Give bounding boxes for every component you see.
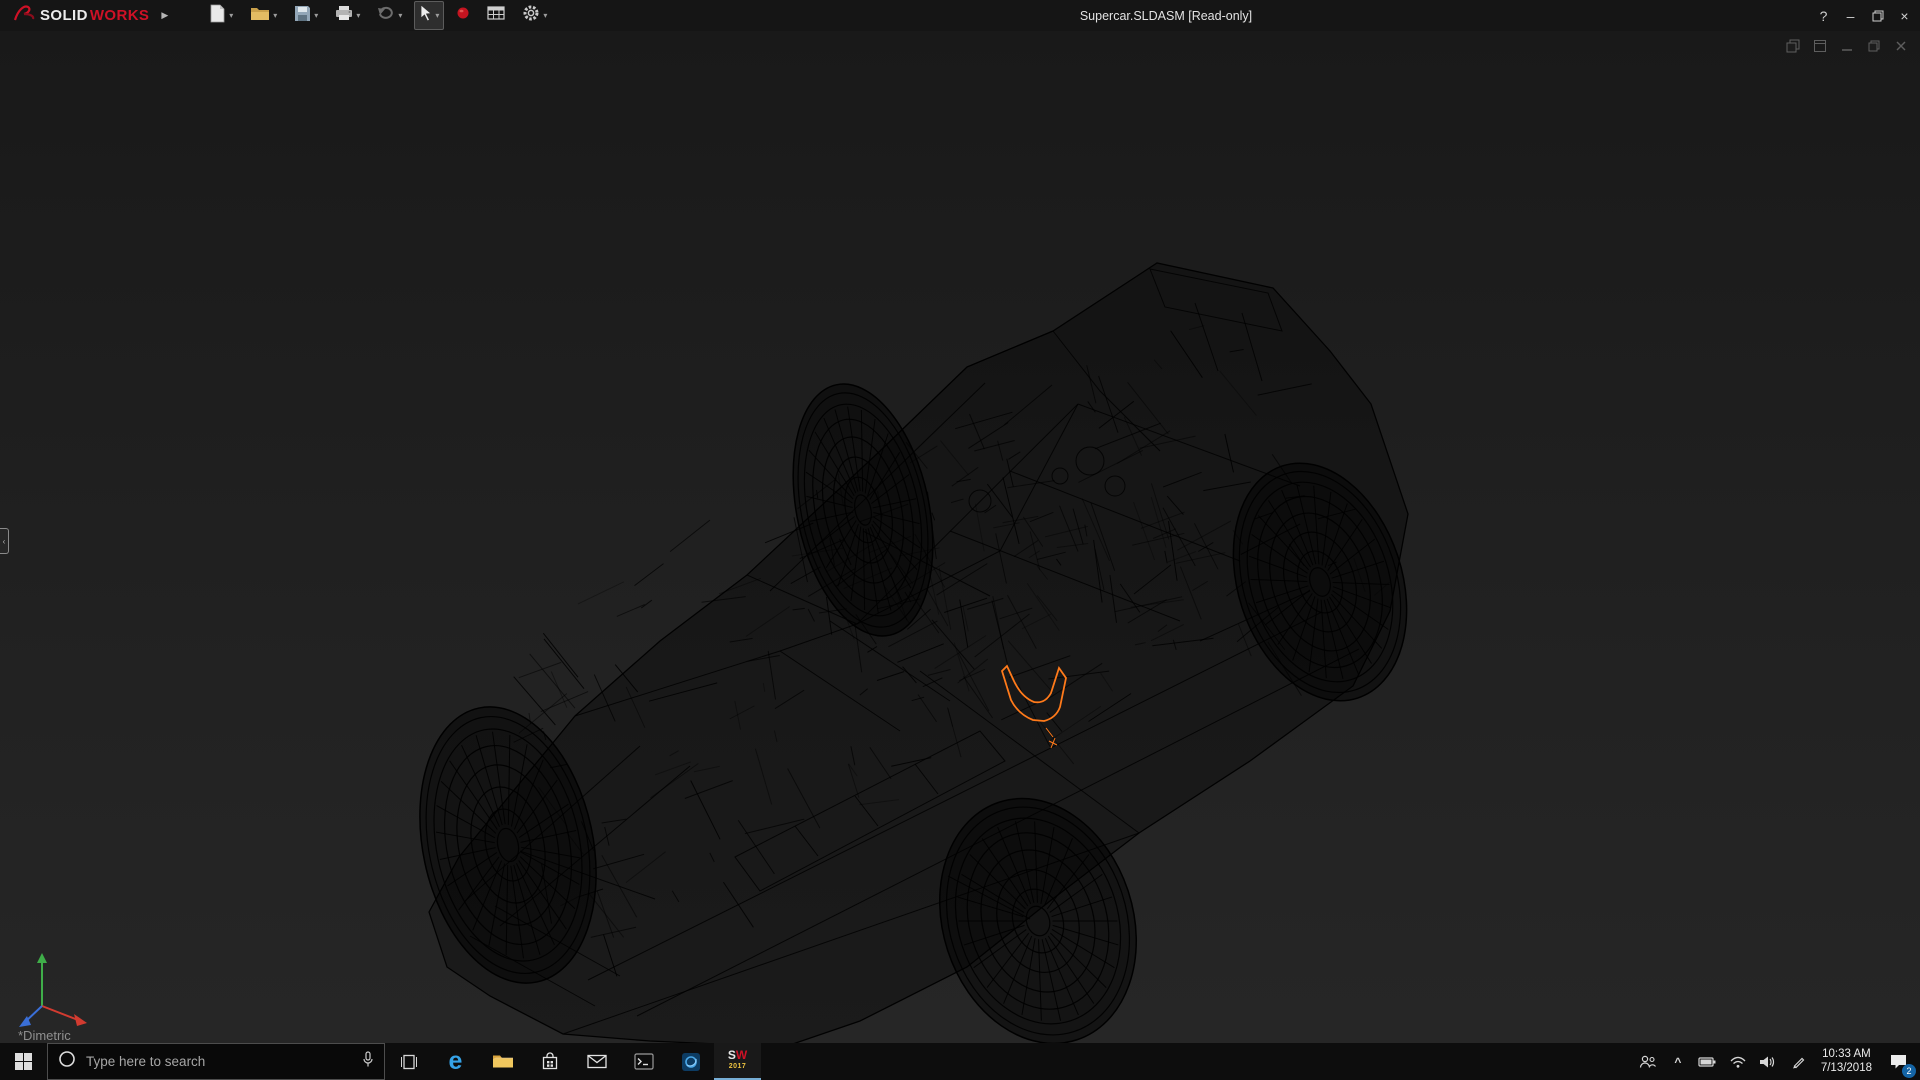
clock-date: 7/13/2018 — [1820, 1061, 1872, 1074]
edge-icon: e — [448, 1047, 463, 1075]
split-pane-icon — [1813, 39, 1826, 52]
minimize-button[interactable]: – — [1837, 0, 1864, 31]
save-button[interactable]: ▾ — [289, 2, 323, 30]
document-window-controls — [1785, 38, 1908, 53]
chevron-down-icon[interactable]: ▾ — [356, 11, 360, 20]
logo-text-solid: SOLID — [40, 7, 88, 24]
close-button[interactable]: × — [1891, 0, 1918, 31]
wireframe-model[interactable] — [0, 31, 1920, 1043]
graphics-area[interactable]: ‹ *Dimetric — [0, 31, 1920, 1043]
gear-icon — [522, 4, 540, 27]
window-controls: ? – × — [1810, 0, 1918, 31]
file-explorer-button[interactable] — [479, 1043, 526, 1080]
window-title: Supercar.SLDASM [Read-only] — [1079, 8, 1253, 23]
blue-app-icon — [681, 1052, 700, 1071]
task-view-icon — [400, 1054, 417, 1069]
microphone-icon[interactable] — [362, 1050, 374, 1073]
volume-button[interactable] — [1753, 1043, 1783, 1080]
save-floppy-icon — [294, 5, 311, 27]
restore-button[interactable] — [1864, 0, 1891, 31]
taskbar-search[interactable] — [47, 1043, 385, 1080]
help-button[interactable]: ? — [1810, 0, 1837, 31]
file-explorer-icon — [492, 1055, 513, 1068]
close-document-button[interactable] — [1893, 38, 1908, 53]
properties-table-button[interactable] — [482, 3, 510, 28]
mail-envelope-icon — [586, 1054, 607, 1069]
options-button[interactable]: ▾ — [517, 1, 552, 30]
chevron-down-icon[interactable]: ▾ — [273, 11, 277, 20]
chevron-down-icon[interactable]: ▾ — [229, 11, 233, 20]
restore-icon — [1872, 10, 1883, 21]
mail-button[interactable] — [573, 1043, 620, 1080]
action-center-button[interactable]: 2 — [1880, 1043, 1916, 1080]
restore-document-icon — [1868, 40, 1879, 51]
chevron-down-icon[interactable]: ▾ — [543, 11, 547, 20]
ds-logo-icon — [12, 3, 38, 28]
clock-time: 10:33 AM — [1822, 1048, 1871, 1060]
battery-icon — [1698, 1056, 1716, 1067]
network-button[interactable] — [1723, 1043, 1753, 1080]
wifi-icon — [1730, 1056, 1746, 1068]
panel-collapse-tab[interactable]: ‹ — [0, 528, 9, 554]
open-document-button[interactable]: ▾ — [245, 3, 282, 29]
new-document-button[interactable]: ▾ — [204, 1, 238, 31]
record-dot-icon — [456, 6, 470, 25]
printer-icon — [335, 5, 353, 26]
store-bag-icon — [542, 1052, 557, 1070]
search-input[interactable] — [86, 1054, 352, 1069]
solidworks-logo: SOLID WORKS — [0, 3, 155, 28]
taskbar: e SW 2017 ^ 10:33 AM 7/13/2018 2 — [0, 1043, 1920, 1080]
macro-record-button[interactable] — [451, 3, 475, 28]
battery-button[interactable] — [1693, 1043, 1723, 1080]
new-document-icon — [209, 4, 226, 28]
edrawings-button[interactable] — [667, 1043, 714, 1080]
restore-document-button[interactable] — [1866, 38, 1881, 53]
cortana-circle-icon — [58, 1050, 76, 1073]
pen-icon — [1792, 1057, 1805, 1068]
solidworks-app-button[interactable]: SW 2017 — [714, 1043, 761, 1080]
close-document-icon — [1896, 41, 1905, 50]
command-prompt-icon — [633, 1053, 654, 1070]
start-button[interactable] — [0, 1043, 47, 1080]
task-view-button[interactable] — [385, 1043, 432, 1080]
view-orientation-label: *Dimetric — [18, 1028, 71, 1043]
people-button[interactable] — [1633, 1043, 1663, 1080]
print-button[interactable]: ▾ — [330, 2, 365, 29]
edge-browser-button[interactable]: e — [432, 1043, 479, 1080]
people-icon — [1639, 1055, 1656, 1068]
command-prompt-button[interactable] — [620, 1043, 667, 1080]
chevron-up-icon: ^ — [1674, 1054, 1682, 1069]
speaker-icon — [1759, 1056, 1774, 1067]
windows-ink-button[interactable] — [1783, 1043, 1813, 1080]
table-icon — [487, 6, 505, 25]
split-pane-button[interactable] — [1812, 38, 1827, 53]
undo-arrow-icon — [377, 6, 395, 25]
undo-button[interactable]: ▾ — [372, 3, 407, 28]
select-cursor-icon — [419, 4, 433, 27]
cascade-pane-button[interactable] — [1785, 38, 1800, 53]
toolbar-flyout-arrow[interactable]: ▶ — [161, 10, 168, 21]
hidden-icons-button[interactable]: ^ — [1663, 1043, 1693, 1080]
titlebar: SOLID WORKS ▶ ▾ ▾ ▾ ▾ ▾ ▾ ▾ Supercar.SLD… — [0, 0, 1920, 31]
cascade-pane-icon — [1786, 39, 1799, 52]
logo-text-works: WORKS — [89, 7, 150, 24]
quick-access-toolbar: ▾ ▾ ▾ ▾ ▾ ▾ ▾ — [204, 1, 552, 31]
minimize-document-button[interactable] — [1839, 38, 1854, 53]
taskbar-clock[interactable]: 10:33 AM 7/13/2018 — [1813, 1043, 1880, 1080]
chevron-down-icon[interactable]: ▾ — [435, 11, 439, 20]
store-button[interactable] — [526, 1043, 573, 1080]
orientation-triad — [19, 953, 87, 1027]
select-tool-button[interactable]: ▾ — [414, 1, 445, 30]
open-folder-icon — [250, 6, 270, 26]
notification-badge: 2 — [1902, 1064, 1916, 1078]
solidworks-2017-icon: SW 2017 — [727, 1047, 748, 1070]
minimize-document-icon — [1841, 48, 1852, 51]
system-tray: ^ 10:33 AM 7/13/2018 2 — [1633, 1043, 1920, 1080]
chevron-down-icon[interactable]: ▾ — [314, 11, 318, 20]
chevron-down-icon[interactable]: ▾ — [398, 11, 402, 20]
windows-logo-icon — [15, 1053, 32, 1070]
